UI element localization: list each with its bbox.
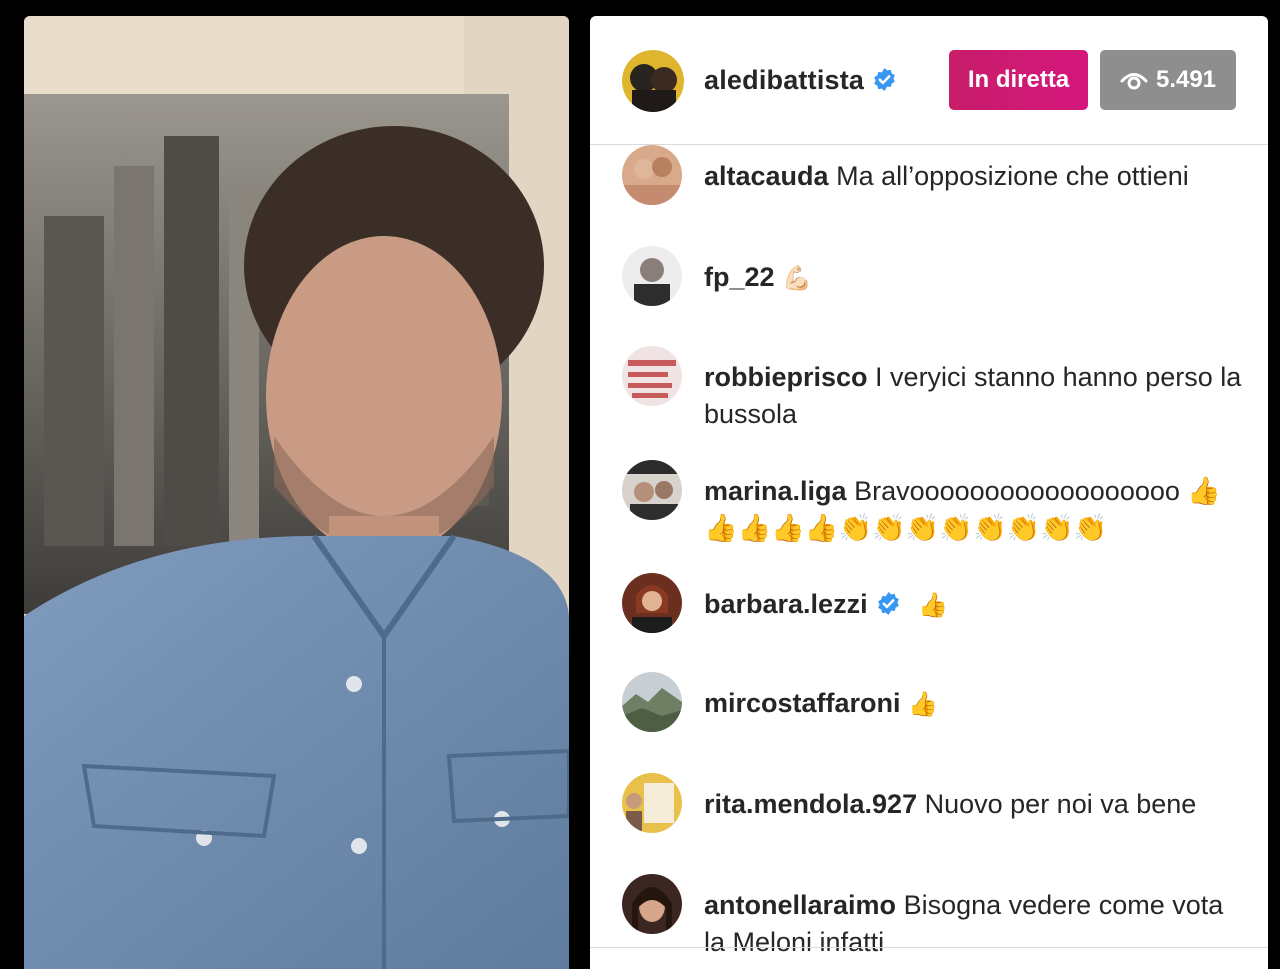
comment-username[interactable]: antonellaraimo [704,890,896,920]
comment-text-row: marina.liga Bravoooooooooooooooooo 👍👍👍👍👍… [704,473,1244,547]
thumbs-up-icon: 👍 [908,691,938,718]
flexed-biceps-icon: 💪🏻 [782,265,812,292]
commenter-avatar[interactable] [622,460,682,520]
comment-text-row: antonellaraimo Bisogna vedere come vota … [704,887,1244,961]
verified-badge-icon [877,592,899,615]
comment-username[interactable]: mircostaffaroni [704,688,901,718]
comment-text-row: rita.mendola.927 Nuovo per noi va bene [704,786,1244,823]
commenter-avatar[interactable] [622,145,682,205]
comment-username[interactable]: rita.mendola.927 [704,789,917,819]
commenter-avatar[interactable] [622,672,682,732]
comment-text-row: mircostaffaroni 👍 [704,685,1244,723]
viewer-count: 5.491 [1155,66,1217,93]
live-badge: In diretta [949,50,1088,110]
viewer-count-badge: 5.491 [1100,50,1236,110]
comment-username[interactable]: marina.liga [704,476,847,506]
live-panel: aledibattista In diretta 5.491 altacauda… [590,16,1268,969]
commenter-avatar[interactable] [622,874,682,934]
comment-text: Nuovo per noi va bene [924,789,1197,819]
commenter-avatar[interactable] [622,773,682,833]
thumbs-up-icon: 👍 [918,592,948,619]
commenter-avatar[interactable] [622,573,682,633]
eye-icon [1120,73,1148,90]
comment-username[interactable]: robbieprisco [704,362,868,392]
divider [590,947,1268,948]
host-username[interactable]: aledibattista [704,65,864,95]
comment-text-row: altacauda Ma all’opposizione che ottieni [704,158,1244,195]
commenter-avatar[interactable] [622,246,682,306]
commenter-avatar[interactable] [622,346,682,406]
comment-username[interactable]: altacauda [704,161,829,191]
comment-text-row: barbara.lezzi 👍 [704,586,1244,624]
live-header: aledibattista In diretta 5.491 [590,16,1268,145]
live-video[interactable] [24,16,569,969]
comment-username[interactable]: fp_22 [704,262,775,292]
comment-text-row: robbieprisco I veryici stanno hanno pers… [704,359,1244,433]
comment-list[interactable]: altacauda Ma all’opposizione che ottieni… [590,145,1268,957]
video-frame [24,16,569,969]
host-avatar[interactable] [622,50,684,112]
comment-text-row: fp_22 💪🏻 [704,259,1244,297]
host-username-row[interactable]: aledibattista [704,65,897,96]
comment-text: Ma all’opposizione che ottieni [836,161,1189,191]
comment-username[interactable]: barbara.lezzi [704,589,868,619]
verified-badge-icon [874,68,895,91]
